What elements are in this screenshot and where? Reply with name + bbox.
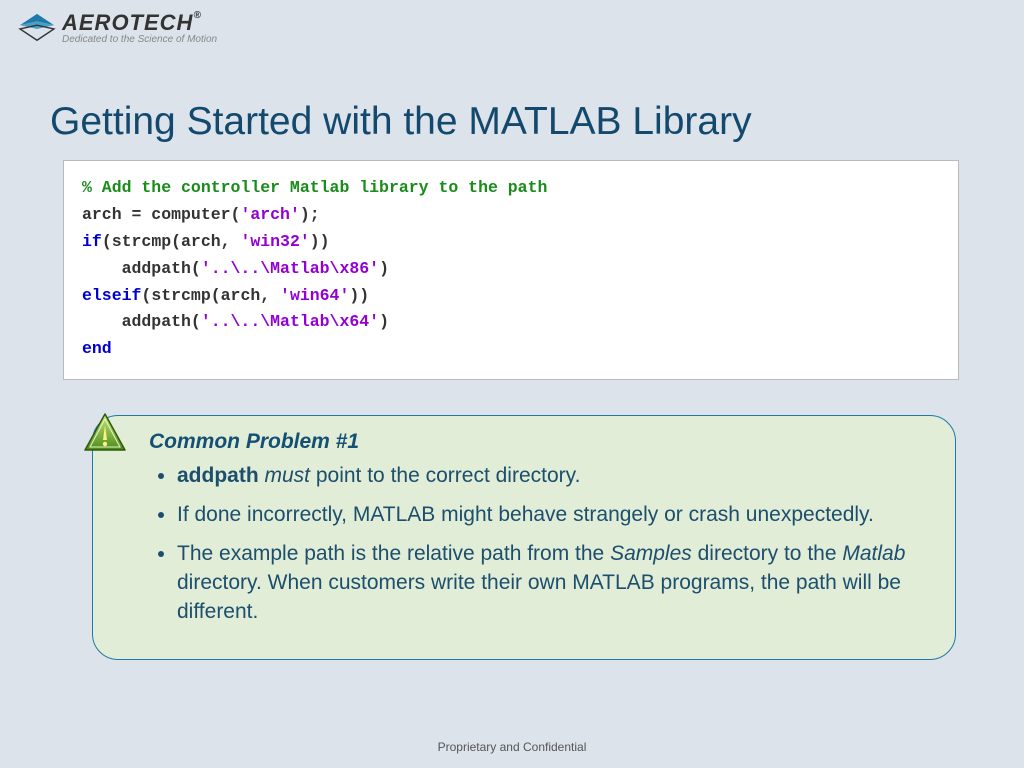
callout-box: Common Problem #1 addpath must point to …: [92, 415, 956, 660]
code-comment: % Add the controller Matlab library to t…: [82, 178, 547, 197]
code-keyword: end: [82, 339, 112, 358]
list-item: The example path is the relative path fr…: [177, 540, 921, 627]
list-text: directory. When customers write their ow…: [177, 571, 901, 623]
brand-logo: AEROTECH® Dedicated to the Science of Mo…: [18, 10, 217, 45]
italic-term: Samples: [610, 542, 692, 565]
code-text: ): [379, 312, 389, 331]
code-block: % Add the controller Matlab library to t…: [63, 160, 959, 380]
list-item: addpath must point to the correct direct…: [177, 462, 921, 491]
callout-list: addpath must point to the correct direct…: [149, 462, 921, 627]
list-text: point to the correct directory.: [310, 464, 580, 487]
code-string: 'win32': [240, 232, 309, 251]
callout-title: Common Problem #1: [149, 430, 921, 454]
page-title: Getting Started with the MATLAB Library: [50, 100, 752, 144]
code-keyword: elseif: [82, 286, 141, 305]
bold-term: addpath: [177, 464, 259, 487]
code-text: ): [379, 259, 389, 278]
warning-icon: [81, 410, 129, 458]
italic-term: Matlab: [842, 542, 905, 565]
code-text: );: [300, 205, 320, 224]
footer-text: Proprietary and Confidential: [0, 740, 1024, 754]
registered-mark: ®: [193, 10, 201, 21]
logo-diamond-icon: [18, 12, 56, 44]
list-item: If done incorrectly, MATLAB might behave…: [177, 501, 921, 530]
brand-name-text: AEROTECH: [62, 10, 193, 35]
code-string: '..\..\Matlab\x64': [201, 312, 379, 331]
code-text: addpath(: [82, 312, 201, 331]
code-text: )): [349, 286, 369, 305]
code-text: (strcmp(arch,: [141, 286, 280, 305]
code-string: 'win64': [280, 286, 349, 305]
code-text: addpath(: [82, 259, 201, 278]
list-text: The example path is the relative path fr…: [177, 542, 610, 565]
code-keyword: if: [82, 232, 102, 251]
code-text: arch = computer(: [82, 205, 240, 224]
code-text: )): [310, 232, 330, 251]
code-string: 'arch': [240, 205, 299, 224]
code-text: (strcmp(arch,: [102, 232, 241, 251]
brand-text: AEROTECH® Dedicated to the Science of Mo…: [62, 10, 217, 45]
list-text: directory to the: [692, 542, 843, 565]
code-string: '..\..\Matlab\x86': [201, 259, 379, 278]
italic-term: must: [259, 464, 310, 487]
brand-name: AEROTECH®: [62, 10, 217, 36]
